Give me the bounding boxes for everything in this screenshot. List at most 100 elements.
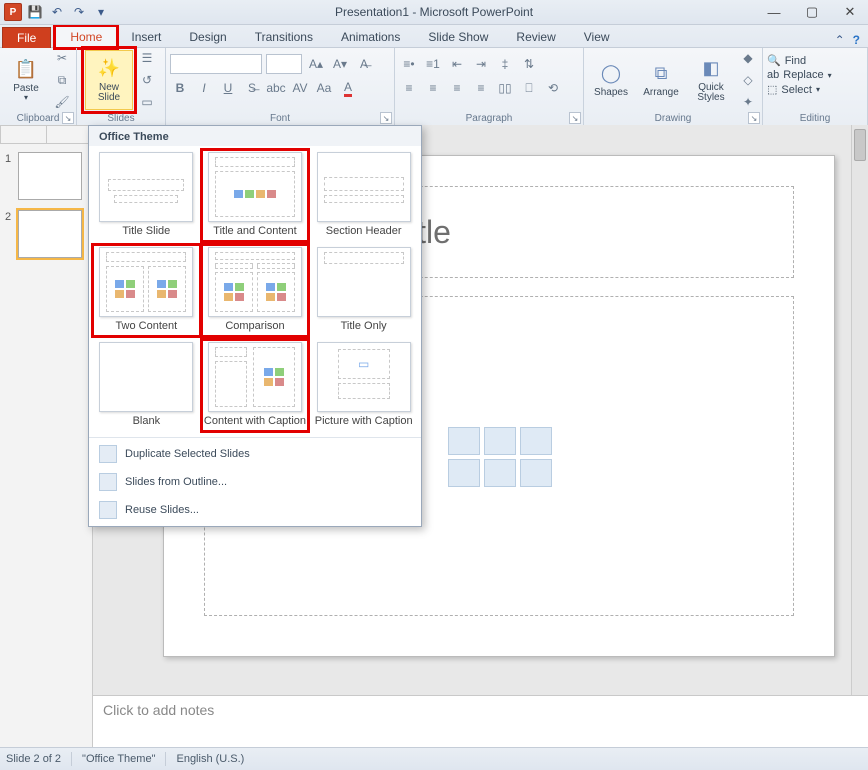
align-right-icon[interactable]: ≡ xyxy=(447,78,467,98)
layout-picture-with-caption[interactable]: ▭ Picture with Caption xyxy=(310,340,417,431)
paragraph-launcher[interactable]: ↘ xyxy=(569,112,581,124)
layout-blank[interactable]: Blank xyxy=(93,340,200,431)
tab-slideshow[interactable]: Slide Show xyxy=(414,27,502,47)
tab-design[interactable]: Design xyxy=(175,27,240,47)
align-center-icon[interactable]: ≡ xyxy=(423,78,443,98)
shape-fill-icon[interactable]: ◆ xyxy=(738,48,758,68)
tab-review[interactable]: Review xyxy=(502,27,569,47)
layout-content-with-caption[interactable]: Content with Caption xyxy=(202,340,309,431)
align-text-icon[interactable]: ⎕ xyxy=(519,78,539,98)
status-language[interactable]: English (U.S.) xyxy=(176,753,244,765)
quick-access-toolbar: P 💾 ↶ ↷ ▾ xyxy=(0,3,110,21)
shadow-icon[interactable]: abc xyxy=(266,78,286,98)
layout-comparison[interactable]: Comparison xyxy=(202,245,309,336)
maximize-button[interactable]: ▢ xyxy=(798,3,826,21)
bullets-icon[interactable]: ≡• xyxy=(399,54,419,74)
help-icon[interactable]: ? xyxy=(853,33,860,47)
strike-icon[interactable]: S̶ xyxy=(242,78,262,98)
shape-outline-icon[interactable]: ◇ xyxy=(738,70,758,90)
drawing-launcher[interactable]: ↘ xyxy=(748,112,760,124)
minimize-ribbon-icon[interactable]: ⌃ xyxy=(835,33,845,47)
section-icon[interactable]: ▭ xyxy=(137,92,157,112)
slides-tab-icon[interactable] xyxy=(0,125,46,143)
numbering-icon[interactable]: ≡1 xyxy=(423,54,443,74)
text-direction-icon[interactable]: ⇅ xyxy=(519,54,539,74)
underline-icon[interactable]: U xyxy=(218,78,238,98)
columns-icon[interactable]: ▯▯ xyxy=(495,78,515,98)
tab-view[interactable]: View xyxy=(570,27,624,47)
reset-icon[interactable]: ↺ xyxy=(137,70,157,90)
bold-icon[interactable]: B xyxy=(170,78,190,98)
close-button[interactable]: ✕ xyxy=(836,3,864,21)
arrange-button[interactable]: ⧉ Arrange xyxy=(638,51,684,109)
gallery-grid: Title Slide Title and Content Section He… xyxy=(89,146,421,437)
char-spacing-icon[interactable]: AV xyxy=(290,78,310,98)
layout-two-content[interactable]: Two Content xyxy=(93,245,200,336)
save-icon[interactable]: 💾 xyxy=(26,3,44,21)
shapes-button[interactable]: ◯ Shapes xyxy=(588,51,634,109)
select-button[interactable]: ⬚Select▾ xyxy=(767,83,820,96)
indent-dec-icon[interactable]: ⇤ xyxy=(447,54,467,74)
smartart-icon[interactable]: ⟲ xyxy=(543,78,563,98)
layout-title-only[interactable]: Title Only xyxy=(310,245,417,336)
slides-from-outline-button[interactable]: Slides from Outline... xyxy=(89,468,421,496)
justify-icon[interactable]: ≡ xyxy=(471,78,491,98)
undo-icon[interactable]: ↶ xyxy=(48,3,66,21)
outline-tab-icon[interactable] xyxy=(46,125,93,143)
window-title: Presentation1 - Microsoft PowerPoint xyxy=(0,5,868,19)
font-color-icon[interactable]: A xyxy=(338,78,358,98)
shape-effects-icon[interactable]: ✦ xyxy=(738,92,758,112)
line-spacing-icon[interactable]: ‡ xyxy=(495,54,515,74)
title-bar: P 💾 ↶ ↷ ▾ Presentation1 - Microsoft Powe… xyxy=(0,0,868,25)
insert-picture-icon[interactable] xyxy=(448,459,480,487)
minimize-button[interactable]: — xyxy=(760,3,788,21)
clipboard-launcher[interactable]: ↘ xyxy=(62,112,74,124)
layout-title-slide[interactable]: Title Slide xyxy=(93,150,200,241)
reuse-slides-button[interactable]: Reuse Slides... xyxy=(89,496,421,524)
cut-icon[interactable]: ✂ xyxy=(52,48,72,68)
thumb-number: 1 xyxy=(5,153,11,165)
change-case-icon[interactable]: Aa xyxy=(314,78,334,98)
italic-icon[interactable]: I xyxy=(194,78,214,98)
insert-clipart-icon[interactable] xyxy=(484,459,516,487)
font-name-combo[interactable] xyxy=(170,54,262,74)
tab-transitions[interactable]: Transitions xyxy=(241,27,327,47)
insert-media-icon[interactable] xyxy=(520,459,552,487)
scrollbar-thumb[interactable] xyxy=(854,129,866,161)
find-button[interactable]: 🔍Find xyxy=(767,54,806,67)
vertical-scrollbar[interactable] xyxy=(851,125,868,708)
insert-smartart-icon[interactable] xyxy=(520,427,552,455)
redo-icon[interactable]: ↷ xyxy=(70,3,88,21)
thumbnail-2[interactable]: 2 xyxy=(18,210,82,258)
grow-font-icon[interactable]: A▴ xyxy=(306,54,326,74)
shrink-font-icon[interactable]: A▾ xyxy=(330,54,350,74)
clear-format-icon[interactable]: A̶ xyxy=(354,54,374,74)
quickstyles-button[interactable]: ◧ Quick Styles xyxy=(688,51,734,109)
notes-pane[interactable]: Click to add notes xyxy=(93,695,868,748)
tab-home[interactable]: Home xyxy=(55,26,117,48)
align-left-icon[interactable]: ≡ xyxy=(399,78,419,98)
insert-chart-icon[interactable] xyxy=(484,427,516,455)
panel-tabs xyxy=(0,125,92,144)
format-painter-icon[interactable]: 🖌 xyxy=(52,92,72,112)
indent-inc-icon[interactable]: ⇥ xyxy=(471,54,491,74)
copy-icon[interactable]: ⧉ xyxy=(52,70,72,90)
qat-more-icon[interactable]: ▾ xyxy=(92,3,110,21)
tab-insert[interactable]: Insert xyxy=(117,27,175,47)
tab-animations[interactable]: Animations xyxy=(327,27,414,47)
insert-table-icon[interactable] xyxy=(448,427,480,455)
font-launcher[interactable]: ↘ xyxy=(380,112,392,124)
new-slide-button[interactable]: ✨ New Slide xyxy=(85,50,133,110)
editing-label: Editing xyxy=(767,112,863,126)
file-tab[interactable]: File xyxy=(2,27,51,48)
group-drawing: ◯ Shapes ⧉ Arrange ◧ Quick Styles ◆ ◇ ✦ … xyxy=(584,48,763,126)
layout-icon[interactable]: ☰ xyxy=(137,48,157,68)
status-slide: Slide 2 of 2 xyxy=(6,753,61,765)
thumbnail-1[interactable]: 1 xyxy=(18,152,82,200)
layout-title-and-content[interactable]: Title and Content xyxy=(202,150,309,241)
duplicate-slides-button[interactable]: Duplicate Selected Slides xyxy=(89,440,421,468)
paste-button[interactable]: 📋 Paste ▾ xyxy=(4,51,48,109)
font-size-combo[interactable] xyxy=(266,54,302,74)
replace-button[interactable]: abReplace▾ xyxy=(767,69,832,81)
layout-section-header[interactable]: Section Header xyxy=(310,150,417,241)
